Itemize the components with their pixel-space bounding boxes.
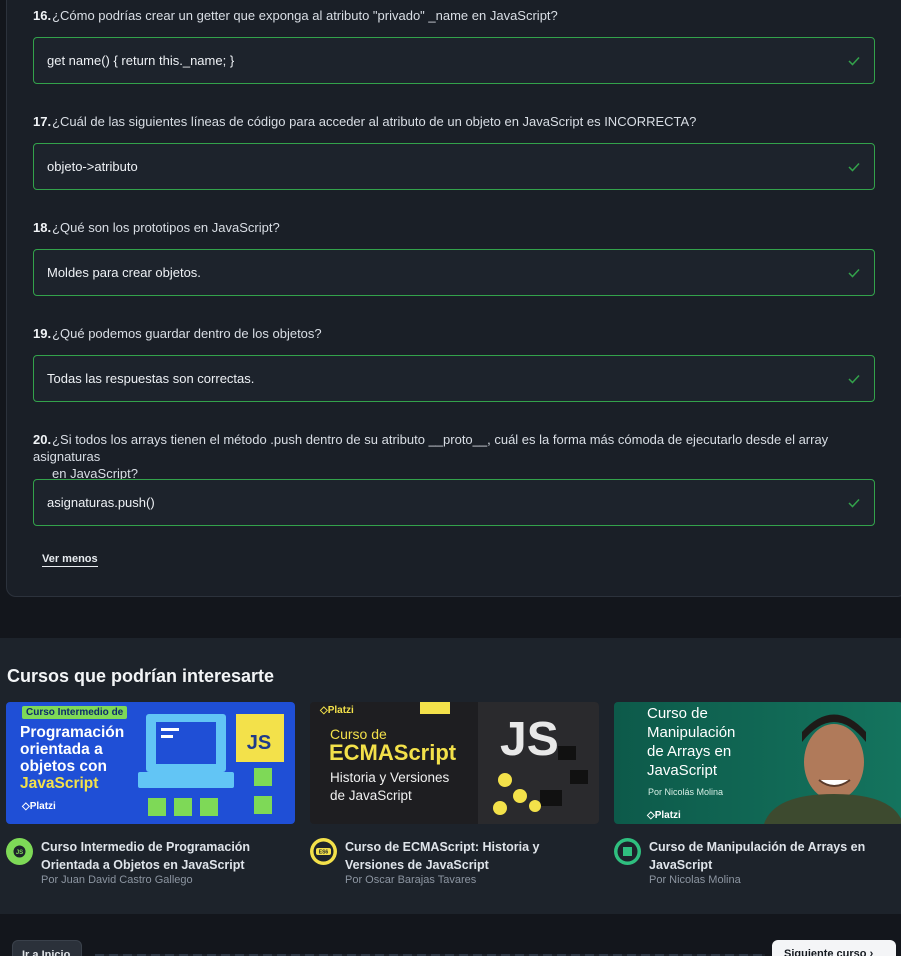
answer-text: get name() { return this._name; } [47,53,235,68]
svg-text:JS: JS [16,850,23,856]
answer-16: get name() { return this._name; } [33,37,875,84]
platzi-brand: ◇Platzi [647,810,681,821]
answer-text: objeto->atributo [47,159,138,174]
next-course-button[interactable]: Siguiente curso › [772,940,896,956]
question-text: ¿Qué son los prototipos en JavaScript? [52,220,280,235]
thumb-title-line: Curso de [647,705,708,722]
course-author: Por Nicolas Molina [649,874,741,886]
answer-19: Todas las respuestas son correctas. [33,355,875,402]
thumb-badge: Curso Intermedio de [22,706,128,719]
course-thumbnail[interactable]: Curso de Manipulación de Arrays en JavaS… [614,702,901,824]
course-title[interactable]: Curso Intermedio de Programación Orienta… [41,838,295,874]
thumb-author: Por Nicolás Molina [648,787,724,797]
svg-text:ES6: ES6 [319,850,329,856]
answer-text: Todas las respuestas son correctas. [47,371,255,386]
thumb-title-line: orientada a [20,741,103,758]
answer-text: asignaturas.push() [47,495,155,510]
thumb-title-line: de JavaScript [330,788,412,803]
course-title[interactable]: Curso de Manipulación de Arrays en JavaS… [649,838,901,874]
question-number: 16. [33,8,52,23]
thumb-title-line: JavaScript [647,762,718,779]
js-badge-icon-graphic: JS [13,845,26,858]
course-nav-bar: Ir a Inicio Siguiente curso › [0,914,901,956]
js-logo-text: JS [246,732,272,754]
question-19: 19.¿Qué podemos guardar dentro de los ob… [33,325,878,342]
platzi-brand: ◇Platzi [22,801,56,812]
check-icon [848,162,860,172]
course-thumbnail[interactable]: JS ◇Platzi Curso de ECMAScript Historia … [310,702,599,824]
thumb-title-line: Historia y Versiones [330,770,450,785]
thumb-title-line: objetos con [20,758,107,775]
course-card-arrays[interactable]: Curso de Manipulación de Arrays en JavaS… [614,702,901,886]
es6-badge-icon-graphic: ES6 [313,841,334,862]
thumb-title-line: JavaScript [20,775,99,792]
question-number: 20. [33,432,52,447]
check-icon [848,56,860,66]
thumb-title-line: Manipulación [647,724,736,741]
ver-menos-link[interactable]: Ver menos [42,553,98,567]
thumb-title-line: de Arrays en [647,743,732,760]
go-home-button[interactable]: Ir a Inicio [12,940,82,956]
platzi-brand-text: Platzi [654,810,681,821]
question-text: ¿Si todos los arrays tienen el método .p… [33,432,829,464]
question-18: 18.¿Qué son los prototipos en JavaScript… [33,219,878,236]
platzi-brand-text: Platzi [327,705,354,716]
course-thumbnail[interactable]: JS Curso Intermedio de Programación orie… [6,702,295,824]
es6-badge-icon: ES6 [310,838,337,865]
js-logo-text: JS [500,713,559,766]
answer-18: Moldes para crear objetos. [33,249,875,296]
question-number: 18. [33,220,52,235]
next-course-label: Siguiente curso [784,948,867,956]
check-icon [848,268,860,278]
course-card-poo-js[interactable]: JS Curso Intermedio de Programación orie… [6,702,295,886]
answer-text: Moldes para crear objetos. [47,265,201,280]
course-card-ecmascript[interactable]: JS ◇Platzi Curso de ECMAScript Historia … [310,702,599,886]
check-icon [848,374,860,384]
js-badge-icon: JS [6,838,33,865]
arrow-right-icon: › [869,948,874,956]
course-author: Por Juan David Castro Gallego [41,874,193,886]
section-heading: Cursos que podrían interesarte [7,666,275,686]
thumb-title-line: ECMAScript [329,740,457,765]
check-icon [848,498,860,508]
recommended-courses-section: Cursos que podrían interesarte JS Curso … [0,638,901,914]
arrays-badge-icon [614,838,641,865]
question-17: 17.¿Cuál de las siguientes líneas de cód… [33,113,878,130]
answer-17: objeto->atributo [33,143,875,190]
thumb-title-line: Programación [20,724,125,741]
course-author: Por Oscar Barajas Tavares [345,874,477,886]
question-16: 16.¿Cómo podrías crear un getter que exp… [33,7,878,24]
arrays-badge-icon-graphic [617,841,638,862]
question-number: 17. [33,114,52,129]
platzi-brand-text: Platzi [29,801,56,812]
question-number: 19. [33,326,52,341]
question-text: ¿Cuál de las siguientes líneas de código… [52,114,697,129]
question-text: ¿Qué podemos guardar dentro de los objet… [52,326,322,341]
question-20: 20.¿Si todos los arrays tienen el método… [33,431,878,482]
course-title[interactable]: Curso de ECMAScript: Historia y Versione… [345,838,599,874]
answer-20: asignaturas.push() [33,479,875,526]
question-text: ¿Cómo podrías crear un getter que expong… [52,8,558,23]
platzi-brand: ◇Platzi [320,705,354,716]
